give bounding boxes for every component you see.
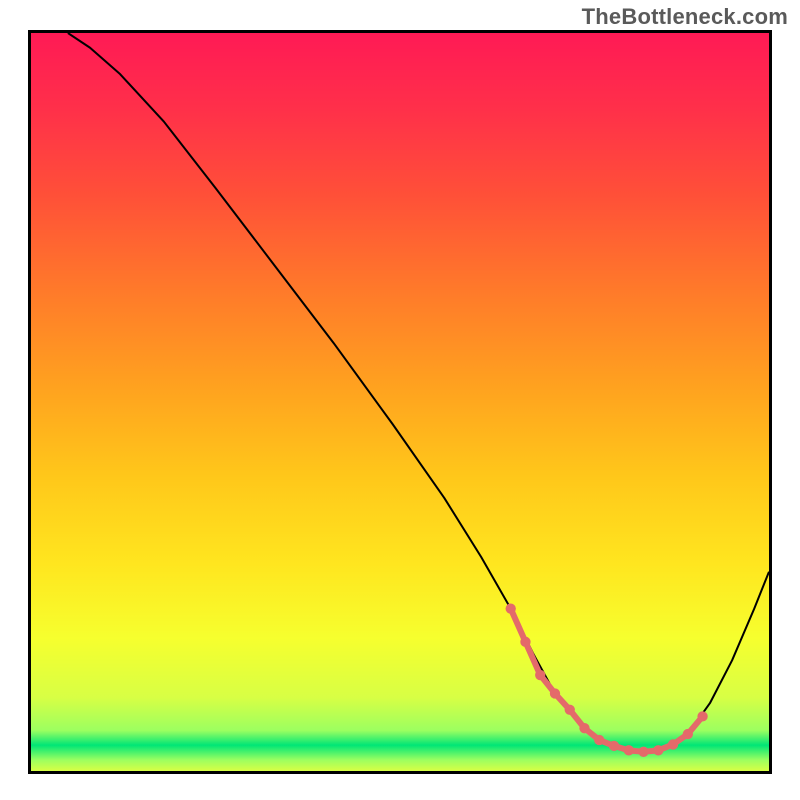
bottleneck-marker-dot — [565, 705, 575, 715]
bottleneck-marker-dot — [683, 729, 693, 739]
bottleneck-marker-dot — [506, 603, 516, 613]
bottleneck-marker-dot — [579, 723, 589, 733]
gradient-background — [31, 33, 769, 771]
watermark-text: TheBottleneck.com — [582, 4, 788, 30]
bottleneck-marker-dot — [638, 747, 648, 757]
bottleneck-marker-dot — [697, 711, 707, 721]
bottleneck-marker-dot — [624, 745, 634, 755]
bottleneck-marker-dot — [535, 670, 545, 680]
plot-frame — [28, 30, 772, 774]
bottleneck-marker-dot — [520, 637, 530, 647]
bottleneck-marker-dot — [550, 688, 560, 698]
bottleneck-marker-dot — [653, 745, 663, 755]
plot-svg — [31, 33, 769, 771]
chart-container: TheBottleneck.com — [0, 0, 800, 800]
bottleneck-marker-dot — [609, 741, 619, 751]
bottleneck-marker-dot — [594, 735, 604, 745]
bottleneck-marker-dot — [668, 739, 678, 749]
